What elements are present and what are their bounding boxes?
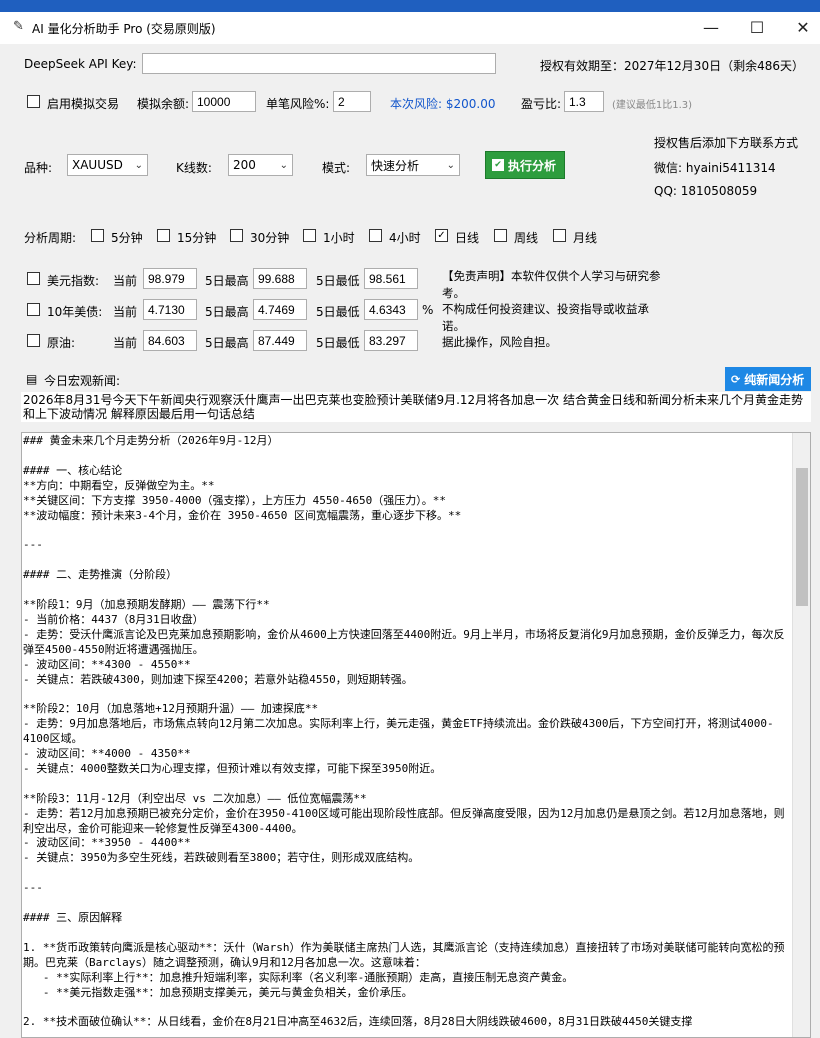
- oil-label: 原油:: [47, 336, 76, 350]
- refresh-icon: ⟳: [731, 372, 741, 386]
- period-label: 分析周期:: [24, 231, 77, 245]
- oil-low-label: 5日最低: [316, 336, 360, 350]
- chevron-down-icon: ⌄: [446, 159, 455, 171]
- symbol-select[interactable]: XAUUSD ⌄: [67, 154, 148, 176]
- news-icon: ▤: [26, 372, 38, 386]
- run-analysis-button[interactable]: ✔ 执行分析: [485, 151, 565, 179]
- oil-current-input[interactable]: [143, 330, 197, 351]
- period-4h-checkbox[interactable]: [369, 229, 382, 242]
- run-analysis-label: 执行分析: [508, 158, 557, 173]
- mode-select[interactable]: 快速分析 ⌄: [366, 154, 460, 176]
- us10y-current-input[interactable]: [143, 299, 197, 320]
- period-15m-label: 15分钟: [177, 231, 217, 245]
- dxy-low-label: 5日最低: [316, 274, 360, 288]
- dxy-current-input[interactable]: [143, 268, 197, 289]
- analysis-output[interactable]: ### 黄金未来几个月走势分析（2026年9月-12月） #### 一、核心结论…: [21, 432, 811, 1038]
- us10y-checkbox[interactable]: [27, 303, 40, 316]
- period-month-checkbox[interactable]: [553, 229, 566, 242]
- oil-current-label: 当前: [113, 336, 138, 350]
- dxy-current-label: 当前: [113, 274, 138, 288]
- sim-trade-checkbox[interactable]: [27, 95, 40, 108]
- period-month-label: 月线: [573, 231, 598, 245]
- us10y-low-label: 5日最低: [316, 305, 360, 319]
- api-key-label: DeepSeek API Key:: [24, 57, 137, 71]
- mode-value: 快速分析: [371, 158, 420, 173]
- rr-label: 盈亏比:: [521, 97, 562, 111]
- news-label: 今日宏观新闻:: [44, 374, 121, 388]
- disclaimer: 【免责声明】本软件仅供个人学习与研究参考。 不构成任何投资建议、投资指导或收益承…: [442, 269, 661, 349]
- dxy-low-input[interactable]: [364, 268, 418, 289]
- contact-wechat: 微信: hyaini5411314: [654, 161, 776, 175]
- maximize-button[interactable]: ☐: [734, 10, 780, 44]
- license-expiry: 授权有效期至：2027年12月30日（剩余486天）: [540, 59, 804, 73]
- us10y-low-input[interactable]: [364, 299, 418, 320]
- dxy-label: 美元指数:: [47, 274, 100, 288]
- kline-select[interactable]: 200 ⌄: [228, 154, 293, 176]
- us10y-label: 10年美债:: [47, 305, 103, 319]
- oil-high-label: 5日最高: [205, 336, 249, 350]
- close-button[interactable]: ✕: [780, 10, 820, 44]
- us10y-high-label: 5日最高: [205, 305, 249, 319]
- symbol-value: XAUUSD: [72, 158, 123, 172]
- news-analysis-button[interactable]: ⟳ 纯新闻分析: [725, 367, 811, 391]
- oil-high-input[interactable]: [253, 330, 307, 351]
- window-title: AI 量化分析助手 Pro (交易原则版): [32, 22, 216, 36]
- chevron-down-icon: ⌄: [134, 159, 143, 171]
- news-analysis-label: 纯新闻分析: [744, 372, 805, 387]
- sim-balance-label: 模拟余额:: [137, 97, 190, 111]
- period-week-checkbox[interactable]: [494, 229, 507, 242]
- risk-input[interactable]: [333, 91, 371, 112]
- period-15m-checkbox[interactable]: [157, 229, 170, 242]
- app-feather-icon: ✎: [13, 19, 24, 34]
- analysis-output-text: ### 黄金未来几个月走势分析（2026年9月-12月） #### 一、核心结论…: [23, 434, 785, 1029]
- oil-low-input[interactable]: [364, 330, 418, 351]
- contact-qq: QQ: 1810508059: [654, 184, 758, 198]
- us10y-high-input[interactable]: [253, 299, 307, 320]
- checkmark-icon: ✓: [437, 229, 446, 241]
- period-1h-label: 1小时: [323, 231, 355, 245]
- rr-input[interactable]: [564, 91, 604, 112]
- minimize-button[interactable]: —: [688, 10, 734, 44]
- us10y-unit: %: [422, 303, 434, 317]
- sim-trade-label: 启用模拟交易: [47, 97, 120, 111]
- period-day-checkbox[interactable]: ✓: [435, 229, 448, 242]
- symbol-label: 品种:: [24, 161, 53, 175]
- dxy-checkbox[interactable]: [27, 272, 40, 285]
- api-key-input[interactable]: [142, 53, 496, 74]
- period-week-label: 周线: [514, 231, 539, 245]
- output-scrollbar-thumb[interactable]: [796, 468, 808, 606]
- news-textbox[interactable]: 2026年8月31号今天下午新闻央行观察沃什鹰声一出巴克莱也变脸预计美联储9月.…: [21, 392, 811, 422]
- risk-label: 单笔风险%:: [266, 97, 330, 111]
- contact-header: 授权售后添加下方联系方式: [654, 136, 799, 150]
- period-5m-checkbox[interactable]: [91, 229, 104, 242]
- mode-label: 模式:: [322, 161, 351, 175]
- dxy-high-input[interactable]: [253, 268, 307, 289]
- kline-label: K线数:: [176, 161, 212, 175]
- kline-value: 200: [233, 158, 256, 172]
- oil-checkbox[interactable]: [27, 334, 40, 347]
- chevron-down-icon: ⌄: [279, 159, 288, 171]
- dxy-high-label: 5日最高: [205, 274, 249, 288]
- period-30m-label: 30分钟: [250, 231, 290, 245]
- sim-balance-input[interactable]: [192, 91, 256, 112]
- period-4h-label: 4小时: [389, 231, 421, 245]
- period-day-label: 日线: [455, 231, 480, 245]
- us10y-current-label: 当前: [113, 305, 138, 319]
- rr-hint: (建议最低1比1.3): [612, 100, 693, 111]
- period-1h-checkbox[interactable]: [303, 229, 316, 242]
- period-30m-checkbox[interactable]: [230, 229, 243, 242]
- check-icon: ✔: [492, 159, 504, 171]
- risk-amount: 本次风险: $200.00: [390, 97, 496, 111]
- period-5m-label: 5分钟: [111, 231, 143, 245]
